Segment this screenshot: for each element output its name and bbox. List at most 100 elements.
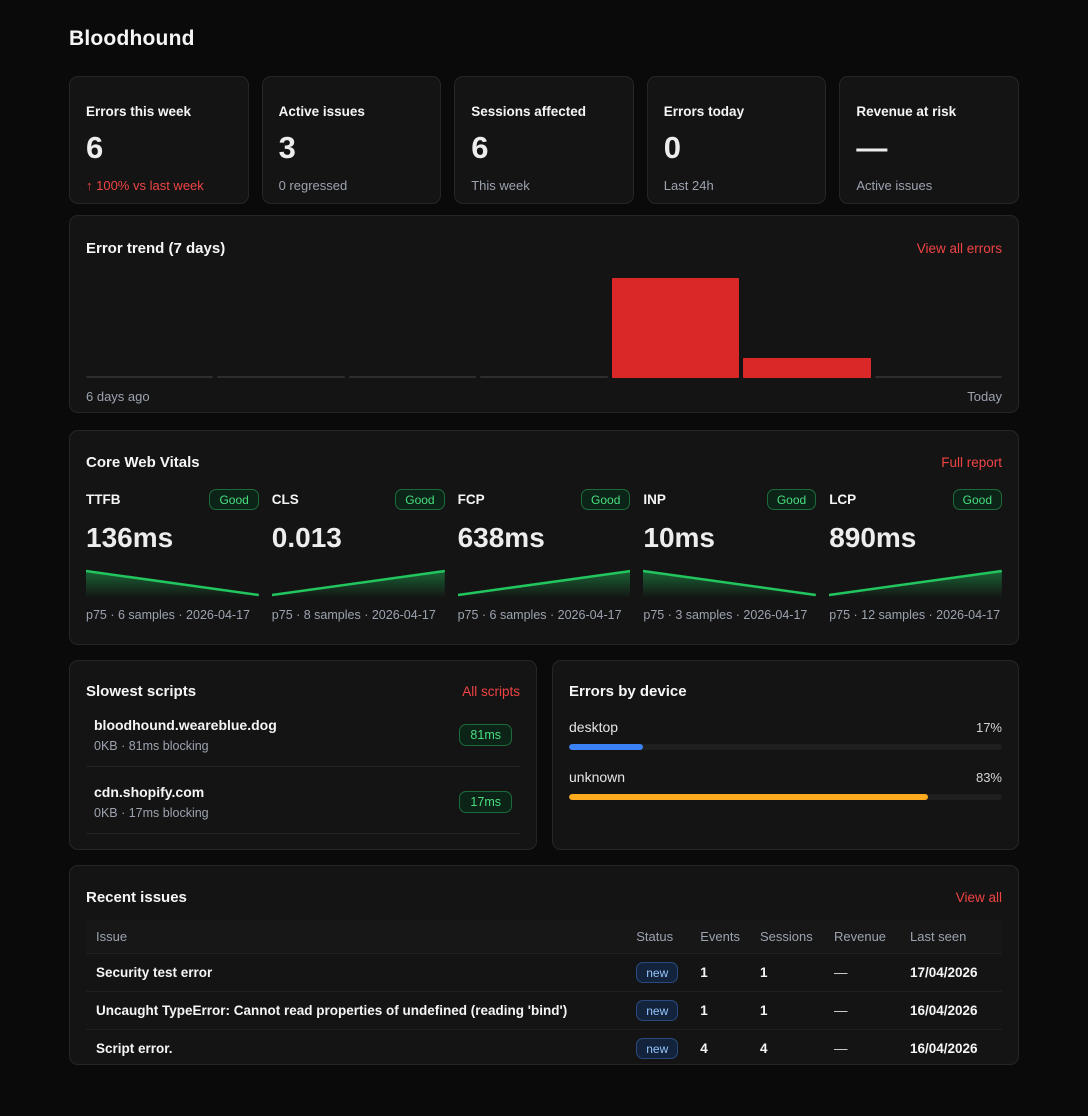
vital-cls: CLS Good 0.013 p75 · 8 samples · 2026-04… bbox=[272, 489, 445, 623]
good-badge: Good bbox=[581, 489, 630, 510]
trend-bar bbox=[875, 376, 1002, 378]
stat-value: 6 bbox=[471, 132, 617, 163]
stat-sub: Active issues bbox=[856, 178, 1002, 193]
trend-bar bbox=[349, 376, 476, 378]
vital-caption: p75 · 6 samples · 2026-04-17 bbox=[458, 607, 631, 623]
last-seen-date: 16/04/2026 bbox=[900, 1030, 1002, 1068]
good-badge: Good bbox=[767, 489, 816, 510]
progress-fill bbox=[569, 794, 928, 800]
vitals-title: Core Web Vitals bbox=[86, 454, 200, 471]
vital-caption: p75 · 12 samples · 2026-04-17 bbox=[829, 607, 1002, 623]
trend-bar bbox=[612, 278, 739, 378]
error-trend-axis: 6 days ago Today bbox=[86, 389, 1002, 404]
sparkline-chart bbox=[829, 568, 1002, 598]
vital-name: CLS bbox=[272, 492, 299, 507]
col-issue: Issue bbox=[86, 920, 626, 954]
status-badge: new bbox=[636, 962, 678, 983]
status-badge: new bbox=[636, 1000, 678, 1021]
stat-sub: Last 24h bbox=[664, 178, 810, 193]
events-count: 4 bbox=[690, 1030, 750, 1068]
stat-value: 0 bbox=[664, 132, 810, 163]
core-web-vitals-card: Core Web Vitals Full report TTFB Good 13… bbox=[69, 430, 1019, 645]
issue-title[interactable]: Script error. bbox=[86, 1030, 626, 1068]
slowest-scripts-title: Slowest scripts bbox=[86, 683, 196, 700]
script-row[interactable]: cdn.shopify.com 0KB · 17ms blocking 17ms bbox=[86, 767, 520, 834]
stat-label: Revenue at risk bbox=[856, 93, 1002, 119]
col-sessions: Sessions bbox=[750, 920, 824, 954]
script-detail: 0KB · 81ms blocking bbox=[94, 739, 277, 753]
vital-lcp: LCP Good 890ms p75 · 12 samples · 2026-0… bbox=[829, 489, 1002, 623]
col-last-seen: Last seen bbox=[900, 920, 1002, 954]
error-trend-bars bbox=[86, 275, 1002, 378]
sessions-count: 1 bbox=[750, 954, 824, 992]
good-badge: Good bbox=[209, 489, 258, 510]
last-seen-date: 16/04/2026 bbox=[900, 992, 1002, 1030]
stat-card-sessions-affected: Sessions affected 6 This week bbox=[454, 76, 634, 204]
blocking-time-badge: 17ms bbox=[459, 791, 512, 813]
good-badge: Good bbox=[953, 489, 1002, 510]
errors-by-device-title: Errors by device bbox=[569, 683, 687, 700]
progress-track bbox=[569, 744, 1002, 750]
stat-sub: This week bbox=[471, 178, 617, 193]
script-name: cdn.shopify.com bbox=[94, 784, 209, 800]
device-percent: 83% bbox=[976, 770, 1002, 785]
vital-value: 136ms bbox=[86, 524, 259, 552]
device-name: unknown bbox=[569, 769, 625, 785]
col-status: Status bbox=[626, 920, 690, 954]
stat-card-revenue-at-risk: Revenue at risk — Active issues bbox=[839, 76, 1019, 204]
trend-bar bbox=[217, 376, 344, 378]
vital-name: TTFB bbox=[86, 492, 121, 507]
table-row[interactable]: Uncaught TypeError: Cannot read properti… bbox=[86, 992, 1002, 1030]
script-row[interactable]: bloodhound.weareblue.dog 0KB · 81ms bloc… bbox=[86, 700, 520, 767]
script-name: bloodhound.weareblue.dog bbox=[94, 717, 277, 733]
all-scripts-link[interactable]: All scripts bbox=[462, 684, 520, 699]
stat-value: 3 bbox=[279, 132, 425, 163]
view-all-link[interactable]: View all bbox=[956, 890, 1002, 905]
sparkline-chart bbox=[643, 568, 816, 598]
progress-track bbox=[569, 794, 1002, 800]
error-trend-card: Error trend (7 days) View all errors 6 d… bbox=[69, 215, 1019, 413]
stat-value: 6 bbox=[86, 132, 232, 163]
axis-left-label: 6 days ago bbox=[86, 389, 150, 404]
issue-title[interactable]: Security test error bbox=[86, 954, 626, 992]
good-badge: Good bbox=[395, 489, 444, 510]
vitals-grid: TTFB Good 136ms p75 · 6 samples · 2026-0… bbox=[86, 489, 1002, 623]
sessions-count: 4 bbox=[750, 1030, 824, 1068]
vital-caption: p75 · 8 samples · 2026-04-17 bbox=[272, 607, 445, 623]
revenue-value: — bbox=[824, 954, 900, 992]
table-row[interactable]: Security test error new 1 1 — 17/04/2026 bbox=[86, 954, 1002, 992]
vital-value: 0.013 bbox=[272, 524, 445, 552]
issue-title[interactable]: Uncaught TypeError: Cannot read properti… bbox=[86, 992, 626, 1030]
sparkline-chart bbox=[272, 568, 445, 598]
full-report-link[interactable]: Full report bbox=[941, 455, 1002, 470]
trend-bar bbox=[480, 376, 607, 378]
axis-right-label: Today bbox=[967, 389, 1002, 404]
vital-name: FCP bbox=[458, 492, 485, 507]
vital-fcp: FCP Good 638ms p75 · 6 samples · 2026-04… bbox=[458, 489, 631, 623]
events-count: 1 bbox=[690, 954, 750, 992]
view-all-errors-link[interactable]: View all errors bbox=[917, 241, 1002, 256]
table-row[interactable]: Script error. new 4 4 — 16/04/2026 bbox=[86, 1030, 1002, 1068]
vital-name: INP bbox=[643, 492, 666, 507]
vital-caption: p75 · 3 samples · 2026-04-17 bbox=[643, 607, 816, 623]
script-detail: 0KB · 17ms blocking bbox=[94, 806, 209, 820]
vital-ttfb: TTFB Good 136ms p75 · 6 samples · 2026-0… bbox=[86, 489, 259, 623]
recent-issues-title: Recent issues bbox=[86, 889, 187, 906]
stat-card-active-issues: Active issues 3 0 regressed bbox=[262, 76, 442, 204]
sparkline-chart bbox=[458, 568, 631, 598]
device-row-desktop: desktop 17% bbox=[569, 719, 1002, 750]
stat-cards-row: Errors this week 6 ↑ 100% vs last week A… bbox=[69, 76, 1019, 204]
recent-issues-card: Recent issues View all Issue Status Even… bbox=[69, 865, 1019, 1065]
vital-value: 10ms bbox=[643, 524, 816, 552]
revenue-value: — bbox=[824, 992, 900, 1030]
device-row-unknown: unknown 83% bbox=[569, 769, 1002, 800]
revenue-value: — bbox=[824, 1030, 900, 1068]
stat-value: — bbox=[856, 132, 1002, 163]
vital-value: 890ms bbox=[829, 524, 1002, 552]
stat-label: Errors today bbox=[664, 93, 810, 119]
status-badge: new bbox=[636, 1038, 678, 1059]
col-events: Events bbox=[690, 920, 750, 954]
blocking-time-badge: 81ms bbox=[459, 724, 512, 746]
errors-by-device-card: Errors by device desktop 17% unknown 83% bbox=[552, 660, 1019, 850]
col-revenue: Revenue bbox=[824, 920, 900, 954]
